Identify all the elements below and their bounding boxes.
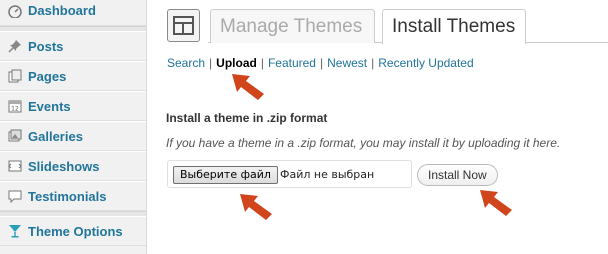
subnav-separator: | [260, 56, 264, 70]
sidebar-item-label: Testimonials [28, 188, 107, 204]
sidebar-item-label: Theme Options [28, 223, 123, 239]
gallery-icon [8, 129, 22, 142]
sidebar-item-galleries[interactable]: Galleries [0, 121, 146, 151]
install-now-button[interactable]: Install Now [417, 164, 498, 186]
pages-icon [8, 69, 22, 83]
annotation-arrow-icon [480, 190, 512, 216]
sidebar-item-testimonials[interactable]: Testimonials [0, 181, 146, 211]
tab-install-themes[interactable]: Install Themes [382, 9, 526, 44]
sidebar-item-slideshows[interactable]: Slideshows [0, 151, 146, 181]
dashboard-icon [8, 4, 22, 18]
sidebar-item-label: Events [28, 98, 71, 114]
subnav-separator: | [319, 56, 324, 70]
sidebar-item-theme-options[interactable]: Theme Options [0, 216, 146, 246]
sidebar-item-posts[interactable]: Posts [0, 31, 146, 61]
sidebar-item-label: Slideshows [28, 158, 100, 174]
file-status-text: Файл не выбран [280, 168, 375, 181]
calendar-icon: 12 [8, 100, 22, 113]
svg-text:12: 12 [11, 106, 19, 113]
theme-zip-file-input[interactable]: Выберите файл Файл не выбран [167, 160, 412, 188]
sidebar-item-pages[interactable]: Pages [0, 61, 146, 91]
speech-bubble-icon [8, 190, 22, 203]
sidebar-item-label: Galleries [28, 128, 83, 144]
tab-manage-themes[interactable]: Manage Themes [210, 9, 375, 43]
upload-description: If you have a theme in a .zip format, yo… [166, 136, 561, 150]
subnav-separator: | [209, 56, 213, 70]
admin-sidebar: Dashboard Posts Pages 12 Events Gallerie… [0, 0, 147, 254]
subnav-upload-current[interactable]: Upload [216, 56, 257, 70]
sidebar-item-dashboard[interactable]: Dashboard [0, 0, 146, 26]
annotation-arrow-icon [232, 74, 264, 100]
subnav-recently-updated-link[interactable]: Recently Updated [378, 56, 473, 70]
subnav-search-link[interactable]: Search [167, 56, 205, 70]
martini-glass-icon [9, 225, 21, 238]
subnav-newest-link[interactable]: Newest [327, 56, 367, 70]
install-subnav: Search | Upload | Featured | Newest | Recently U… [167, 56, 474, 70]
upload-heading: Install a theme in .zip format [166, 111, 328, 125]
sidebar-item-events[interactable]: 12 Events [0, 91, 146, 121]
sidebar-item-label: Posts [28, 38, 64, 54]
themes-screen-icon [167, 9, 200, 42]
subnav-featured-link[interactable]: Featured [268, 56, 316, 70]
subnav-separator: | [371, 56, 375, 70]
slideshow-icon [8, 160, 22, 172]
sidebar-item-label: Dashboard [28, 3, 96, 18]
pushpin-icon [8, 40, 21, 53]
sidebar-item-label: Pages [28, 68, 67, 84]
annotation-arrow-icon [240, 194, 272, 220]
choose-file-button[interactable]: Выберите файл [173, 166, 278, 184]
